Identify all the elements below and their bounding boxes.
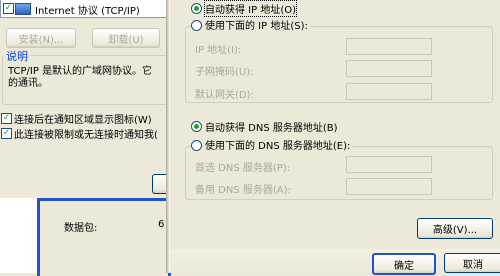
show-icon-label: 连接后在通知区域显示图标(W) [14, 115, 152, 126]
notify-checkbox[interactable]: ✓ [1, 128, 12, 139]
background-area [0, 198, 37, 273]
preferred-dns-field[interactable] [346, 156, 432, 173]
description-title: 说明 [4, 48, 30, 64]
connection-properties-panel: ✓ Internet 协议 (TCP/IP) 安装(N)... 卸载(U) 说明… [0, 0, 174, 276]
status-window-frame: 数据包: 6 [37, 198, 171, 276]
packets-value: 6 [158, 219, 165, 230]
cancel-button[interactable]: 取消 [444, 253, 500, 273]
packets-label: 数据包: [64, 223, 98, 234]
alternate-dns-label: 备用 DNS 服务器(A): [195, 185, 291, 196]
auto-dns-label[interactable]: 自动获得 DNS 服务器地址(B) [205, 119, 338, 134]
default-gateway-field[interactable] [346, 83, 432, 100]
auto-dns-radio[interactable] [191, 121, 202, 132]
manual-ip-label[interactable]: 使用下面的 IP 地址(S): [203, 17, 310, 32]
install-button[interactable]: 安装(N)... [6, 28, 76, 48]
tcpip-properties-dialog: 自动获得 IP 地址(O) 使用下面的 IP 地址(S): IP 地址(I): … [170, 0, 500, 275]
manual-dns-radio[interactable] [191, 140, 202, 151]
ip-address-label: IP 地址(I): [195, 45, 242, 56]
subnet-mask-label: 子网掩码(U): [195, 67, 254, 78]
component-checkbox[interactable]: ✓ [3, 3, 14, 14]
uninstall-button[interactable]: 卸载(U) [92, 28, 160, 48]
component-list-item-tcpip[interactable]: ✓ Internet 协议 (TCP/IP) [0, 0, 168, 18]
description-line-2: 的通讯。 [8, 78, 48, 89]
alternate-dns-field[interactable] [346, 178, 432, 195]
component-label: Internet 协议 (TCP/IP) [35, 6, 140, 17]
network-protocol-icon [15, 3, 31, 15]
notify-label: 此连接被限制或无连接时通知我( [14, 130, 158, 141]
subnet-mask-field[interactable] [346, 60, 432, 77]
preferred-dns-label: 首选 DNS 服务器(P): [195, 163, 291, 174]
description-line-1: TCP/IP 是默认的广域网协议。它 [8, 66, 153, 77]
ok-button[interactable]: 确定 [372, 253, 436, 275]
show-icon-checkbox[interactable]: ✓ [1, 113, 12, 124]
auto-ip-radio[interactable] [191, 3, 202, 14]
manual-ip-radio[interactable] [191, 20, 202, 31]
advanced-button[interactable]: 高级(V)... [417, 218, 493, 239]
auto-ip-label[interactable]: 自动获得 IP 地址(O) [203, 0, 298, 17]
manual-dns-label[interactable]: 使用下面的 DNS 服务器地址(E): [203, 137, 353, 152]
ip-address-field[interactable] [346, 38, 432, 55]
default-gateway-label: 默认网关(D): [195, 90, 254, 101]
